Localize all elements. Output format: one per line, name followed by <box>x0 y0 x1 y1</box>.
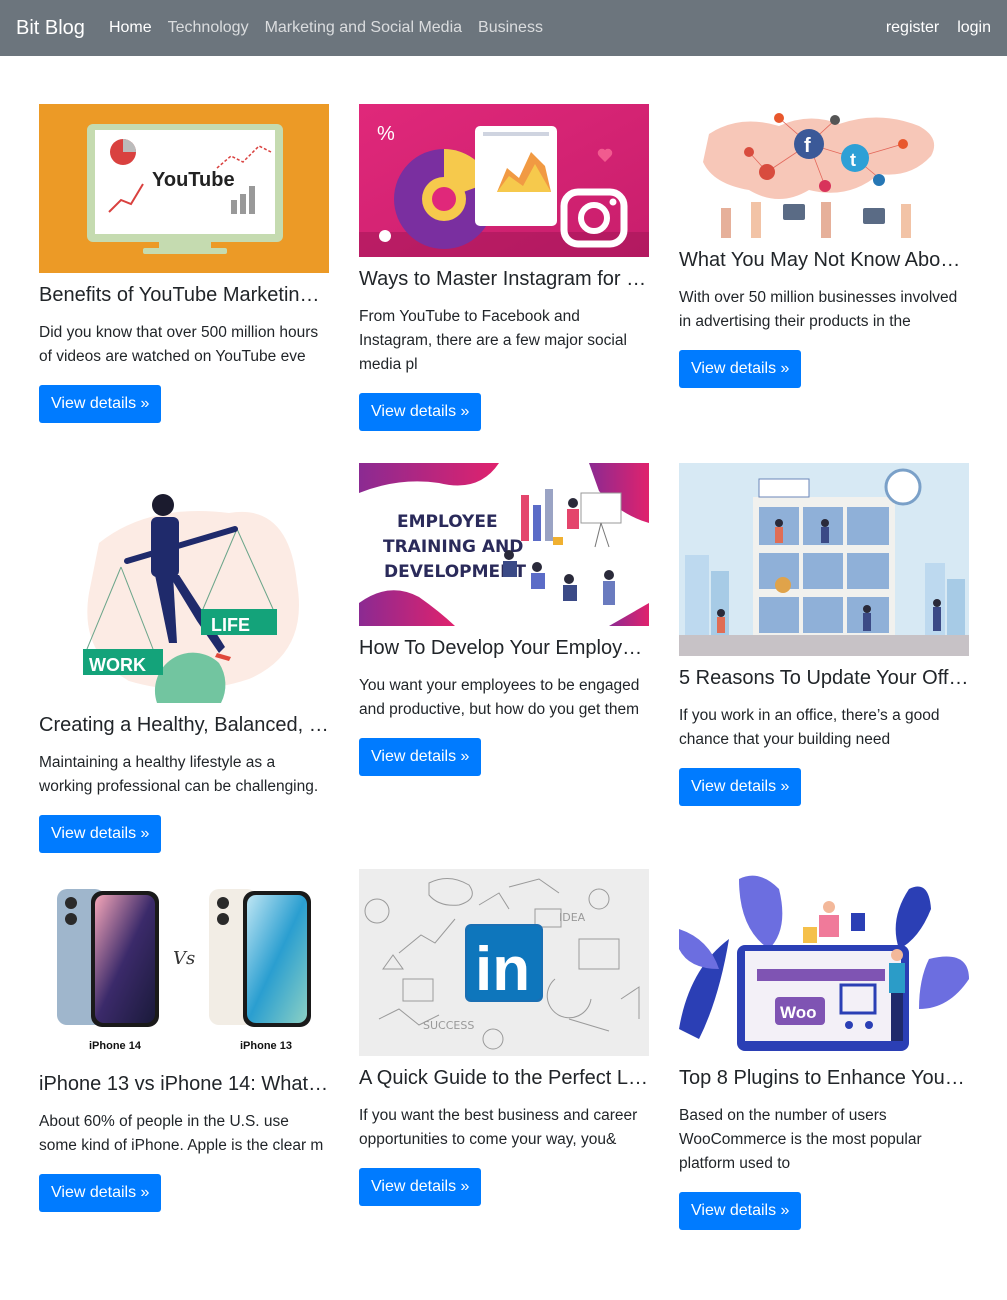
register-link[interactable]: register <box>886 19 939 37</box>
post-excerpt: Maintaining a healthy lifestyle as a wor… <box>39 754 319 795</box>
percent-icon: % <box>377 123 395 145</box>
view-details-button[interactable]: View details » <box>359 738 482 776</box>
view-details-button[interactable]: View details » <box>679 1192 802 1230</box>
brand-logo[interactable]: Bit Blog <box>16 17 85 40</box>
post-image-linkedin[interactable]: IDEA SUCCESS in <box>359 869 649 1056</box>
post-excerpt: From YouTube to Facebook and Instagram, … <box>359 308 627 373</box>
post-card: Vs iPhone 14 iPhone 13 iPhone 13 vs iPho… <box>39 869 329 1212</box>
view-details-button[interactable]: View details » <box>359 1168 482 1206</box>
nav-marketing[interactable]: Marketing and Social Media <box>265 19 462 37</box>
iphone14-label: iPhone 14 <box>89 1040 142 1052</box>
view-details-button[interactable]: View details » <box>39 385 162 423</box>
post-card: 5 Reasons To Update Your Office Building… <box>679 463 969 806</box>
post-excerpt: Did you know that over 500 million hours… <box>39 324 319 365</box>
post-card: EMPLOYEE TRAINING AND DEVELOPMENT How To… <box>359 463 649 776</box>
post-excerpt: About 60% of people in the U.S. use some… <box>39 1113 324 1154</box>
view-details-button[interactable]: View details » <box>359 393 482 431</box>
employee-text: EMPLOYEE <box>397 512 498 532</box>
post-title[interactable]: How To Develop Your Employees <box>359 636 649 660</box>
post-excerpt: If you work in an office, there’s a good… <box>679 707 940 748</box>
post-title[interactable]: iPhone 13 vs iPhone 14: What is the Diff… <box>39 1072 329 1096</box>
post-title[interactable]: Ways to Master Instagram for Business <box>359 267 649 291</box>
training-text: TRAINING AND <box>383 537 523 557</box>
post-card: IDEA SUCCESS in A Quick Guide to the Per… <box>359 869 649 1206</box>
post-card: f t What You May Not Know About Social M… <box>679 104 969 388</box>
post-excerpt: With over 50 million businesses involved… <box>679 289 958 330</box>
post-image-work-life[interactable]: LIFE WORK <box>39 463 329 703</box>
post-card: YouTube Benefits of YouTube Marketing fo… <box>39 104 329 423</box>
login-link[interactable]: login <box>957 19 991 37</box>
post-card: Woo Top 8 Plugins to Enhance Your WooCom… <box>679 869 969 1230</box>
post-excerpt: If you want the best business and career… <box>359 1107 638 1148</box>
post-card: % Ways to Master Instagram for Business … <box>359 104 649 431</box>
post-image-instagram[interactable]: % <box>359 104 649 257</box>
post-title[interactable]: Benefits of YouTube Marketing for Your B… <box>39 283 329 307</box>
nav-business[interactable]: Business <box>478 19 543 37</box>
vs-text: Vs <box>173 948 195 969</box>
svg-text:f: f <box>804 135 811 157</box>
view-details-button[interactable]: View details » <box>39 1174 162 1212</box>
main-nav: Home Technology Marketing and Social Med… <box>109 19 559 37</box>
post-image-iphone-comparison[interactable]: Vs iPhone 14 iPhone 13 <box>39 869 329 1062</box>
top-navbar: Bit Blog Home Technology Marketing and S… <box>0 0 1007 56</box>
life-label: LIFE <box>211 615 250 635</box>
work-label: WORK <box>89 655 146 675</box>
svg-text:t: t <box>850 150 856 170</box>
woo-logo-text: Woo <box>780 1003 817 1022</box>
post-image-office-building[interactable] <box>679 463 969 656</box>
post-card: LIFE WORK Creating a Healthy, Balanced, … <box>39 463 329 853</box>
post-title[interactable]: Top 8 Plugins to Enhance Your WooCommerc… <box>679 1066 969 1090</box>
linkedin-icon: in <box>475 935 530 1004</box>
post-excerpt: Based on the number of users WooCommerce… <box>679 1107 922 1172</box>
post-image-employee-training[interactable]: EMPLOYEE TRAINING AND DEVELOPMENT <box>359 463 649 626</box>
post-image-woocommerce[interactable]: Woo <box>679 869 969 1056</box>
nav-technology[interactable]: Technology <box>168 19 249 37</box>
post-excerpt: You want your employees to be engaged an… <box>359 677 640 718</box>
post-image-youtube[interactable]: YouTube <box>39 104 329 273</box>
success-sketch-text: SUCCESS <box>423 1019 474 1032</box>
post-title[interactable]: Creating a Healthy, Balanced, and Produc… <box>39 713 329 737</box>
auth-nav: register login <box>868 0 991 56</box>
nav-home[interactable]: Home <box>109 19 152 37</box>
idea-sketch-text: IDEA <box>559 911 586 924</box>
view-details-button[interactable]: View details » <box>679 768 802 806</box>
view-details-button[interactable]: View details » <box>679 350 802 388</box>
view-details-button[interactable]: View details » <box>39 815 162 853</box>
post-title[interactable]: A Quick Guide to the Perfect LinkedIn Pr… <box>359 1066 649 1090</box>
iphone13-label: iPhone 13 <box>240 1040 292 1052</box>
post-image-social-media[interactable]: f t <box>679 104 969 238</box>
post-title[interactable]: What You May Not Know About Social Media <box>679 248 969 272</box>
post-title[interactable]: 5 Reasons To Update Your Office Building <box>679 666 969 690</box>
youtube-logo-text: YouTube <box>152 169 235 191</box>
